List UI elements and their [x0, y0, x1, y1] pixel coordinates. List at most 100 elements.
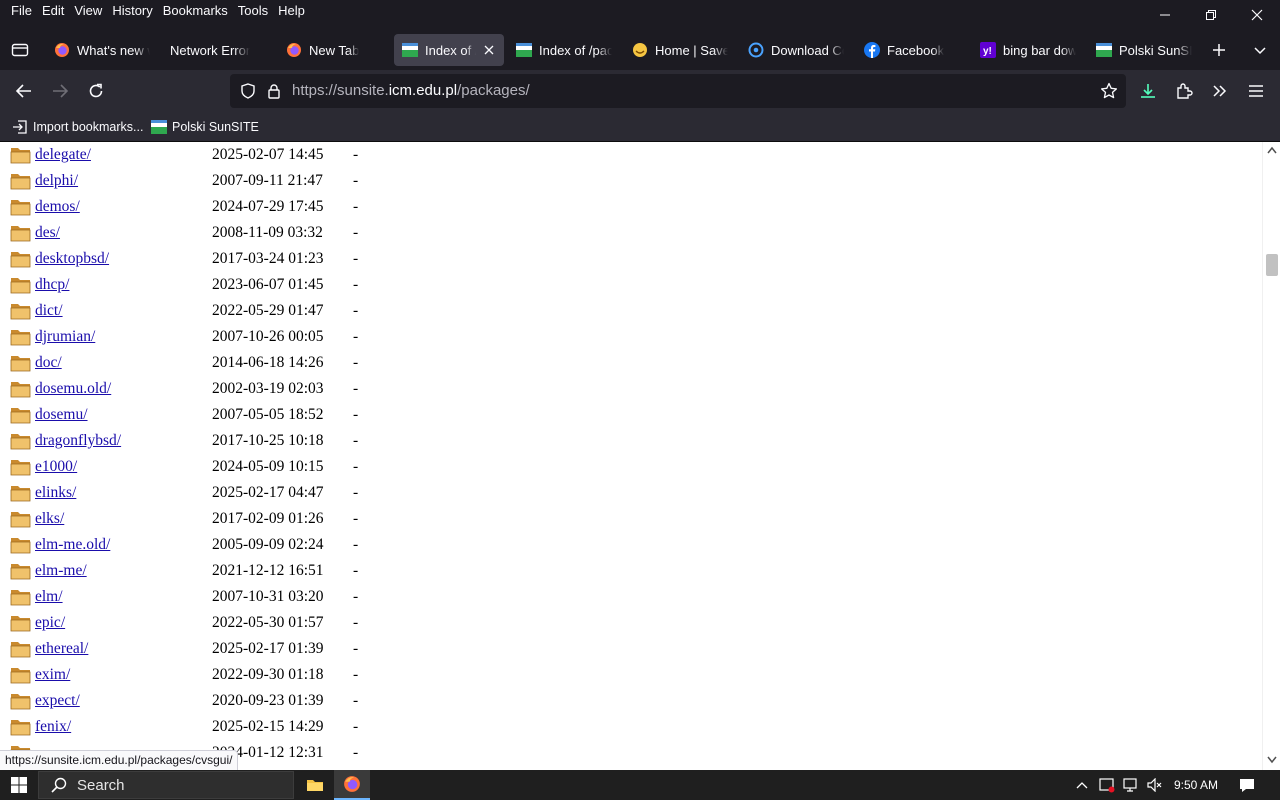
address-bar[interactable]: https://sunsite.icm.edu.pl/packages/	[230, 74, 1126, 108]
directory-link[interactable]: exim/	[35, 666, 70, 684]
menu-help[interactable]: Help	[273, 2, 310, 20]
tab-whats-new[interactable]: What's new w	[46, 34, 158, 66]
import-bookmarks-item[interactable]: Import bookmarks...	[12, 118, 143, 136]
directory-link[interactable]: dragonflybsd/	[35, 432, 121, 450]
lock-icon[interactable]	[266, 83, 282, 99]
taskbar-clock[interactable]: 9:50 AM	[1168, 770, 1224, 800]
navigation-toolbar: https://sunsite.icm.edu.pl/packages/	[0, 70, 1280, 112]
directory-link[interactable]: dict/	[35, 302, 63, 320]
plus-icon	[1213, 44, 1225, 56]
directory-link[interactable]: demos/	[35, 198, 80, 216]
folder-icon	[10, 330, 31, 346]
close-tab-button[interactable]	[482, 43, 496, 57]
chevron-up-icon	[1267, 146, 1277, 154]
reload-button[interactable]	[80, 75, 112, 107]
listing-row: dhcp/2023-06-07 01:45 -	[10, 272, 610, 296]
directory-link[interactable]: delegate/	[35, 146, 91, 164]
directory-link[interactable]: dosemu/	[35, 406, 88, 424]
menu-bar: File Edit View History Bookmarks Tools H…	[0, 0, 1280, 30]
forward-button[interactable]	[44, 75, 76, 107]
extensions-button[interactable]	[1168, 75, 1200, 107]
directory-link[interactable]: delphi/	[35, 172, 78, 190]
modified-date: 2025-02-17 04:47	[212, 484, 324, 501]
directory-link[interactable]: djrumian/	[35, 328, 95, 346]
file-size: -	[353, 354, 359, 371]
folder-icon	[10, 304, 31, 320]
back-button[interactable]	[8, 75, 40, 107]
directory-link[interactable]: elks/	[35, 510, 64, 528]
more-tools-button[interactable]	[1203, 75, 1235, 107]
file-size: -	[353, 692, 359, 709]
bookmarks-toolbar: Import bookmarks... Polski SunSITE	[0, 112, 1280, 142]
search-label: Search	[77, 776, 125, 794]
view-tabs-button[interactable]	[6, 36, 34, 64]
tab-facebook[interactable]: Facebook	[856, 34, 968, 66]
folder-icon	[10, 148, 31, 164]
directory-link[interactable]: fenix/	[35, 718, 71, 736]
network-tray-icon[interactable]	[1120, 770, 1142, 800]
menu-bookmarks[interactable]: Bookmarks	[158, 2, 233, 20]
modified-date: 2017-10-25 10:18	[212, 432, 324, 449]
tab-network-error[interactable]: Network Error	[162, 34, 274, 66]
url-text[interactable]: https://sunsite.icm.edu.pl/packages/	[292, 74, 530, 108]
new-tab-button[interactable]	[1205, 36, 1233, 64]
menu-edit[interactable]: Edit	[37, 2, 69, 20]
sunsite-icon	[151, 120, 167, 134]
notifications-button[interactable]	[1234, 770, 1260, 800]
listing-row: des/2008-11-09 03:32 -	[10, 220, 610, 244]
menu-history[interactable]: History	[107, 2, 157, 20]
tab-index-of-p-active[interactable]: Index of /p	[394, 34, 504, 66]
volume-tray-icon[interactable]	[1144, 770, 1166, 800]
close-icon	[1251, 9, 1263, 21]
folder-icon	[10, 434, 31, 450]
scroll-up-button[interactable]	[1263, 142, 1280, 158]
tab-polski-sunsite[interactable]: Polski SunSITE	[1088, 34, 1200, 66]
directory-link[interactable]: elm-me.old/	[35, 536, 110, 554]
bookmark-star-icon[interactable]	[1100, 82, 1118, 100]
directory-link[interactable]: epic/	[35, 614, 65, 632]
list-all-tabs-button[interactable]	[1246, 36, 1274, 64]
windows-logo-icon	[11, 777, 27, 793]
directory-link[interactable]: elm/	[35, 588, 63, 606]
shield-icon[interactable]	[240, 83, 256, 99]
meet-now-tray-icon[interactable]	[1096, 770, 1118, 800]
scrollbar-thumb[interactable]	[1266, 254, 1278, 276]
tab-home-save[interactable]: Home | Save.c	[624, 34, 736, 66]
folder-icon	[307, 780, 323, 791]
directory-link[interactable]: des/	[35, 224, 60, 242]
directory-link[interactable]: doc/	[35, 354, 62, 372]
directory-link[interactable]: expect/	[35, 692, 80, 710]
start-button[interactable]	[0, 770, 38, 800]
directory-link[interactable]: e1000/	[35, 458, 77, 476]
directory-link[interactable]: dosemu.old/	[35, 380, 111, 398]
directory-link[interactable]: elinks/	[35, 484, 76, 502]
file-size: -	[353, 224, 359, 241]
taskbar-search-box[interactable]: Search	[38, 771, 294, 799]
close-window-button[interactable]	[1234, 0, 1280, 30]
tab-download[interactable]: Download Co	[740, 34, 852, 66]
menu-tools[interactable]: Tools	[233, 2, 273, 20]
tab-new-tab[interactable]: New Tab	[278, 34, 390, 66]
tab-index-of-packages[interactable]: Index of /pack	[508, 34, 620, 66]
tab-bing-bar[interactable]: y! bing bar dow	[972, 34, 1084, 66]
bookmark-polski-sunsite[interactable]: Polski SunSITE	[151, 118, 259, 136]
double-chevron-right-icon	[1213, 85, 1227, 97]
restore-button[interactable]	[1188, 0, 1234, 30]
menu-file[interactable]: File	[6, 2, 37, 20]
directory-link[interactable]: desktopbsd/	[35, 250, 109, 268]
directory-link[interactable]: ethereal/	[35, 640, 88, 658]
file-size: -	[353, 250, 359, 267]
directory-link[interactable]: elm-me/	[35, 562, 87, 580]
downloads-button[interactable]	[1132, 75, 1164, 107]
menu-view[interactable]: View	[69, 2, 107, 20]
firefox-taskbar-button[interactable]	[334, 770, 370, 800]
listing-row: elks/2017-02-09 01:26 -	[10, 506, 610, 530]
minimize-button[interactable]	[1142, 0, 1188, 30]
directory-link[interactable]: dhcp/	[35, 276, 69, 294]
scroll-down-button[interactable]	[1263, 752, 1280, 768]
app-menu-button[interactable]	[1240, 75, 1272, 107]
tab-list-icon	[11, 43, 29, 57]
file-explorer-taskbar-button[interactable]	[297, 770, 333, 800]
vertical-scrollbar[interactable]	[1262, 142, 1280, 770]
show-hidden-icons-button[interactable]	[1072, 770, 1092, 800]
